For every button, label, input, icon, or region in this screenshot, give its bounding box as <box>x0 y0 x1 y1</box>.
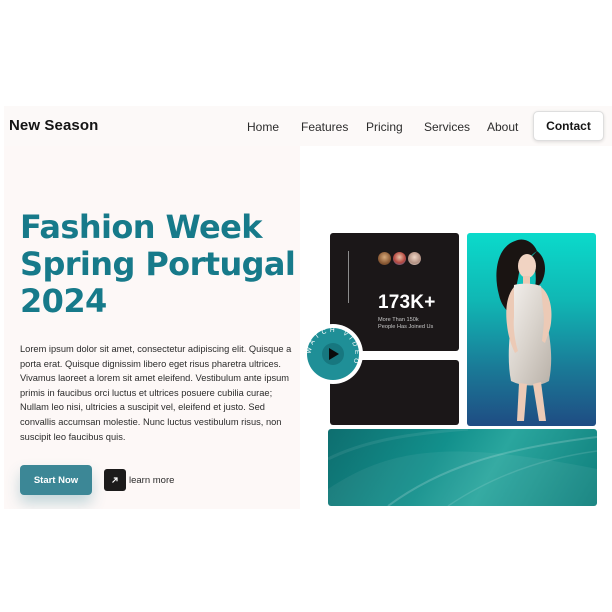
teal-abstract-image <box>328 429 597 506</box>
stat-caption-line-1: More Than 150k <box>378 317 419 323</box>
nav-link-pricing[interactable]: Pricing <box>366 120 403 134</box>
abstract-wave-image <box>328 429 597 506</box>
stat-number: 173K+ <box>378 292 436 313</box>
hero-title-line-3: 2024 <box>20 282 107 320</box>
hero-title-line-1: Fashion Week <box>20 208 263 246</box>
start-now-button[interactable]: Start Now <box>20 465 92 495</box>
contact-button[interactable]: Contact <box>533 111 604 141</box>
divider-line <box>348 251 349 303</box>
model-figure-image <box>496 239 552 421</box>
nav-link-home[interactable]: Home <box>247 120 279 134</box>
avatar <box>377 251 392 266</box>
model-photo <box>467 233 596 426</box>
brand-logo[interactable]: New Season <box>9 117 98 134</box>
landing-page: New Season Home Features Pricing Service… <box>4 106 612 509</box>
nav-link-about[interactable]: About <box>487 120 518 134</box>
learn-more-link[interactable]: learn more <box>129 475 174 486</box>
top-navbar: New Season Home Features Pricing Service… <box>4 106 612 146</box>
hero-text-section: Fashion Week Spring Portugal 2024 Lorem … <box>4 146 300 509</box>
nav-link-services[interactable]: Services <box>424 120 470 134</box>
stat-caption-line-2: People Has Joined Us <box>378 323 434 330</box>
hero-title: Fashion Week Spring Portugal 2024 <box>20 209 300 320</box>
nav-link-features[interactable]: Features <box>301 120 348 134</box>
arrow-up-right-icon[interactable] <box>104 469 126 491</box>
avatar <box>407 251 422 266</box>
watch-video-button[interactable]: WATCH VIDEO <box>303 324 363 384</box>
stat-caption: More Than 150k People Has Joined Us <box>378 317 453 330</box>
avatar-group <box>377 251 427 267</box>
hero-description: Lorem ipsum dolor sit amet, consectetur … <box>20 344 292 442</box>
hero-title-line-2: Spring Portugal <box>20 245 296 283</box>
avatar <box>392 251 407 266</box>
